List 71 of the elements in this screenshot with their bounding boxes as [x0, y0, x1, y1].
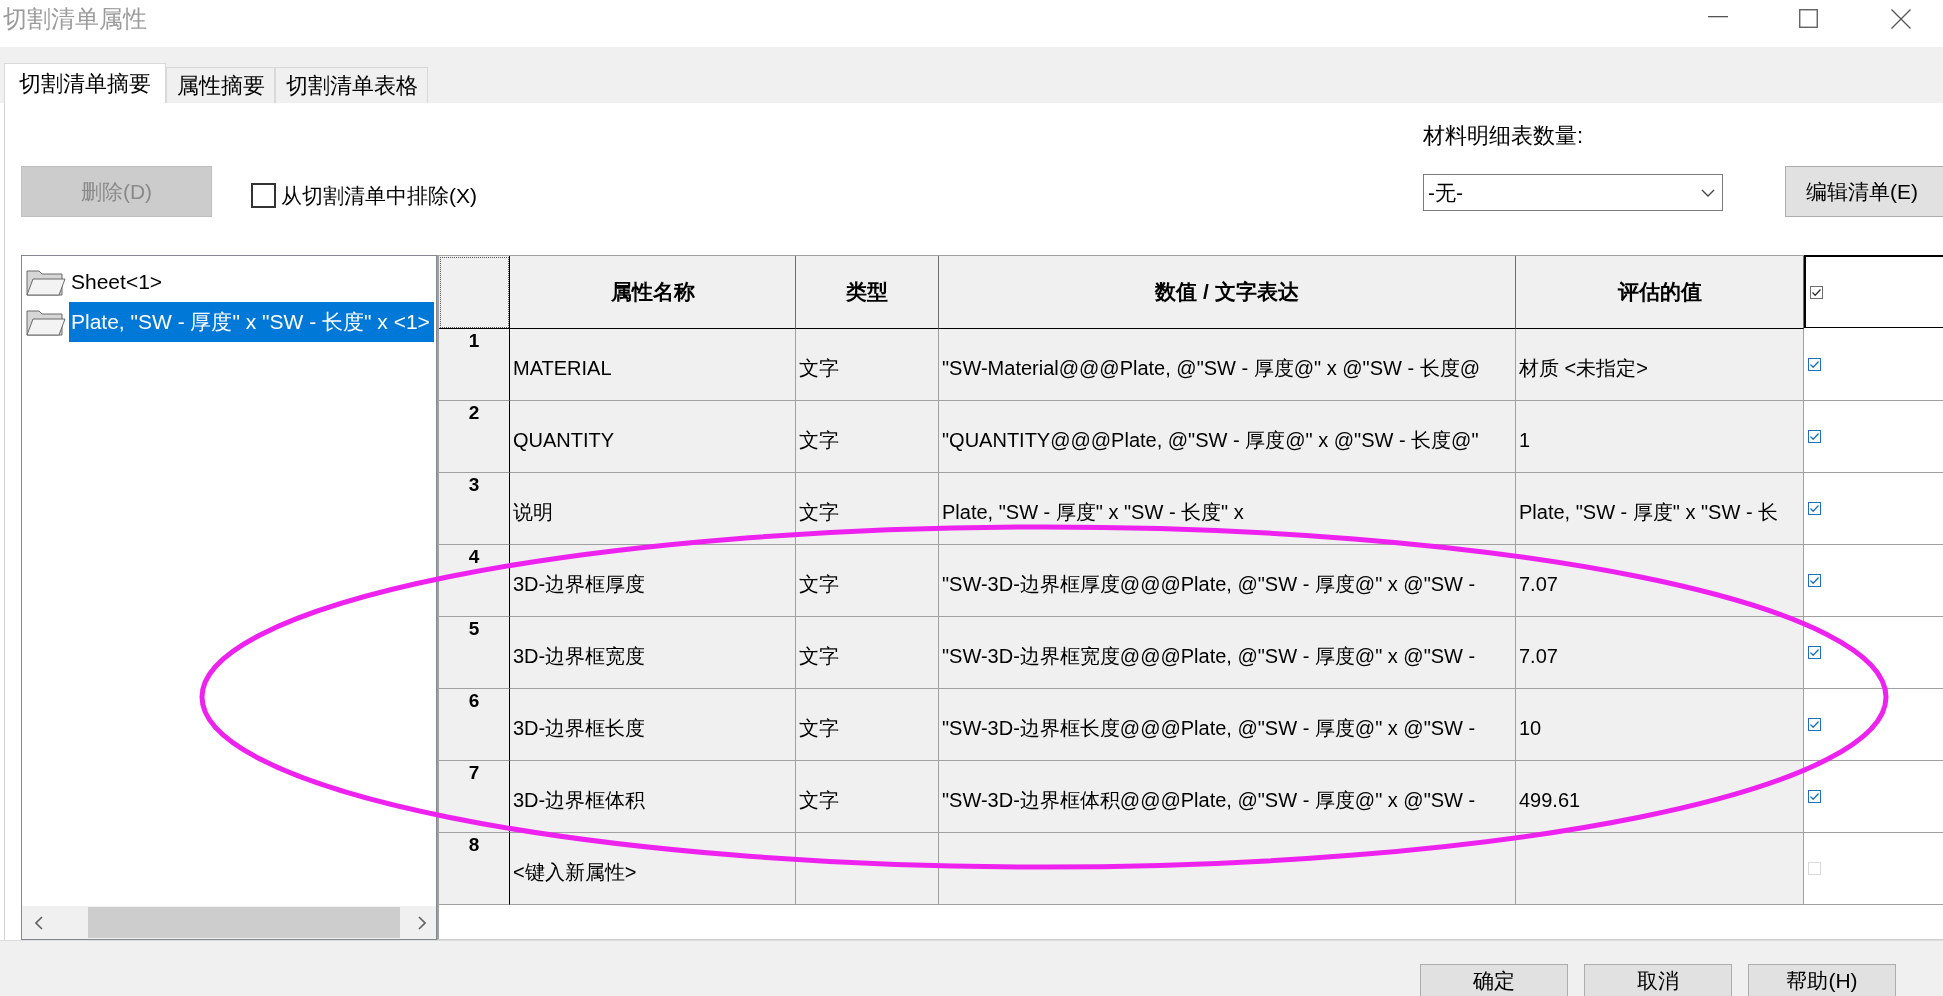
table-cell: 1 — [1516, 401, 1804, 473]
field-label: 材料明细表数量: — [1423, 122, 1585, 150]
table-cell: 材质 <未指定> — [1516, 329, 1804, 401]
table-cell: QUANTITY — [510, 401, 796, 473]
edit-list-button[interactable]: 编辑清单(E) — [1785, 166, 1943, 217]
row-header[interactable]: 3 — [439, 473, 510, 545]
table-cell: "SW-3D-边界框厚度@@@Plate, @"SW - 厚度@" x @"SW - — [939, 545, 1516, 617]
table-cell: 文字 — [796, 689, 939, 761]
checked-checkbox-icon[interactable] — [1808, 430, 1821, 443]
table-cell: 文字 — [796, 545, 939, 617]
checked-checkbox-icon[interactable] — [1810, 285, 1823, 299]
table-cell: 文字 — [796, 401, 939, 473]
checked-checkbox-icon[interactable] — [1808, 358, 1821, 371]
table-cell: 文字 — [796, 617, 939, 689]
checked-checkbox-icon[interactable] — [1808, 646, 1821, 659]
scrollbar-thumb[interactable] — [88, 907, 400, 938]
quantity-dropdown[interactable]: -无- — [1423, 174, 1723, 211]
table-cell: Plate, "SW - 厚度" x "SW - 长度" x — [939, 473, 1516, 545]
table-cell: 3D-边界框长度 — [510, 689, 796, 761]
table-cell: 499.61 — [1516, 761, 1804, 833]
tab[interactable]: 切割清单表格 — [275, 67, 428, 103]
table-cell: 文字 — [796, 761, 939, 833]
row-header[interactable]: 6 — [439, 689, 510, 761]
table-cell: 3D-边界框厚度 — [510, 545, 796, 617]
table-cell: "SW-3D-边界框体积@@@Plate, @"SW - 厚度@" x @"SW - — [939, 761, 1516, 833]
checked-checkbox-icon[interactable] — [1808, 790, 1821, 803]
tab[interactable]: 属性摘要 — [166, 67, 275, 103]
table-cell: 文字 — [796, 473, 939, 545]
checkbox-label[interactable]: 从切割清单中排除(X) — [281, 180, 477, 212]
table-cell: 7.07 — [1516, 617, 1804, 689]
column-header[interactable]: 类型 — [796, 256, 939, 329]
close-icon[interactable] — [1891, 9, 1911, 29]
table-cell: "SW-3D-边界框长度@@@Plate, @"SW - 厚度@" x @"SW - — [939, 689, 1516, 761]
column-header[interactable]: 数值 / 文字表达 — [939, 256, 1516, 329]
chevron-down-icon — [1701, 188, 1715, 197]
folder-icon — [26, 267, 66, 297]
tab[interactable]: 切割清单摘要 — [4, 63, 166, 103]
scroll-left-icon[interactable] — [35, 915, 43, 930]
window-title: 切割清单属性 — [2, 4, 147, 34]
table-cell: Plate, "SW - 厚度" x "SW - 长 — [1516, 473, 1804, 545]
column-header[interactable]: 属性名称 — [510, 256, 796, 329]
row-header[interactable]: 7 — [439, 761, 510, 833]
maximize-icon[interactable] — [1799, 9, 1818, 28]
row-header[interactable]: 4 — [439, 545, 510, 617]
checked-checkbox-icon[interactable] — [1808, 574, 1821, 587]
checked-checkbox-icon[interactable] — [1808, 502, 1821, 515]
table-cell: MATERIAL — [510, 329, 796, 401]
table-cell: 3D-边界框宽度 — [510, 617, 796, 689]
row-header[interactable]: 1 — [439, 329, 510, 401]
scroll-right-icon[interactable] — [418, 915, 426, 930]
column-header[interactable]: 评估的值 — [1516, 256, 1804, 329]
column-header[interactable] — [1804, 255, 1943, 328]
table-cell: <键入新属性> — [510, 833, 796, 905]
row-header[interactable]: 5 — [439, 617, 510, 689]
table-cell: 7.07 — [1516, 545, 1804, 617]
dialog-button[interactable]: 取消 — [1584, 964, 1732, 996]
dialog-button[interactable]: 确定 — [1420, 964, 1568, 996]
table-cell: 10 — [1516, 689, 1804, 761]
dialog-button[interactable]: 帮助(H) — [1748, 964, 1896, 996]
tree-item[interactable]: Plate, "SW - 厚度" x "SW - 长度" x <1> — [69, 302, 434, 342]
table-cell: 3D-边界框体积 — [510, 761, 796, 833]
table-cell: "SW-Material@@@Plate, @"SW - 厚度@" x @"SW - 长度@ — [939, 329, 1516, 401]
tree-item[interactable]: Sheet<1> — [69, 262, 167, 302]
table-cell: 文字 — [796, 329, 939, 401]
table-cell: 说明 — [510, 473, 796, 545]
table-cell: "SW-3D-边界框宽度@@@Plate, @"SW - 厚度@" x @"SW - — [939, 617, 1516, 689]
checked-checkbox-icon[interactable] — [1808, 718, 1821, 731]
row-header[interactable]: 2 — [439, 401, 510, 473]
folder-icon — [26, 307, 66, 337]
exclude-checkbox[interactable] — [251, 183, 276, 209]
table-cell: "QUANTITY@@@Plate, @"SW - 厚度@" x @"SW - 长度@" — [939, 401, 1516, 473]
